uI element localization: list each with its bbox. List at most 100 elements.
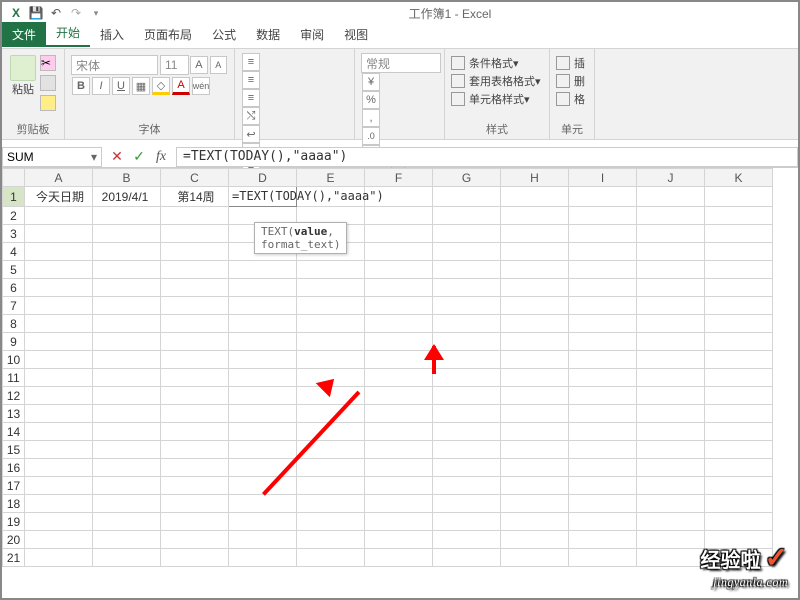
cell-C6[interactable]: [161, 279, 229, 297]
row-9[interactable]: 9: [3, 333, 25, 351]
cell-A21[interactable]: [25, 549, 93, 567]
cell-G4[interactable]: [433, 243, 501, 261]
cell-A2[interactable]: [25, 207, 93, 225]
cell-J16[interactable]: [637, 459, 705, 477]
cell-H20[interactable]: [501, 531, 569, 549]
cell-F19[interactable]: [365, 513, 433, 531]
cell-I4[interactable]: [569, 243, 637, 261]
cell-D10[interactable]: [229, 351, 297, 369]
insert-button[interactable]: 插: [556, 55, 588, 71]
cell-C8[interactable]: [161, 315, 229, 333]
row-18[interactable]: 18: [3, 495, 25, 513]
cell-I3[interactable]: [569, 225, 637, 243]
cell-H3[interactable]: [501, 225, 569, 243]
redo-icon[interactable]: ↷: [68, 5, 84, 21]
cell-J8[interactable]: [637, 315, 705, 333]
cell-B21[interactable]: [93, 549, 161, 567]
cell-C11[interactable]: [161, 369, 229, 387]
row-15[interactable]: 15: [3, 441, 25, 459]
cell-K10[interactable]: [705, 351, 773, 369]
col-D[interactable]: D: [229, 169, 297, 187]
cell-G7[interactable]: [433, 297, 501, 315]
cell-I10[interactable]: [569, 351, 637, 369]
cell-K5[interactable]: [705, 261, 773, 279]
cell-G20[interactable]: [433, 531, 501, 549]
cell-C7[interactable]: [161, 297, 229, 315]
col-F[interactable]: F: [365, 169, 433, 187]
cell-H21[interactable]: [501, 549, 569, 567]
italic-button[interactable]: I: [92, 77, 110, 95]
cell-B10[interactable]: [93, 351, 161, 369]
cell-F5[interactable]: [365, 261, 433, 279]
cond-format-button[interactable]: 条件格式 ▾: [451, 55, 543, 71]
cell-H5[interactable]: [501, 261, 569, 279]
wrap-text-icon[interactable]: ↩: [242, 125, 260, 143]
cell-E19[interactable]: [297, 513, 365, 531]
cell-A20[interactable]: [25, 531, 93, 549]
cell-J18[interactable]: [637, 495, 705, 513]
cell-B15[interactable]: [93, 441, 161, 459]
col-G[interactable]: G: [433, 169, 501, 187]
cell-G1[interactable]: [433, 187, 501, 207]
cell-H10[interactable]: [501, 351, 569, 369]
cell-B18[interactable]: [93, 495, 161, 513]
cell-A16[interactable]: [25, 459, 93, 477]
cell-J3[interactable]: [637, 225, 705, 243]
cell-I19[interactable]: [569, 513, 637, 531]
copy-icon[interactable]: [40, 75, 56, 91]
cell-I13[interactable]: [569, 405, 637, 423]
cell-H11[interactable]: [501, 369, 569, 387]
cell-K13[interactable]: [705, 405, 773, 423]
row-12[interactable]: 12: [3, 387, 25, 405]
row-11[interactable]: 11: [3, 369, 25, 387]
cell-G12[interactable]: [433, 387, 501, 405]
cell-H7[interactable]: [501, 297, 569, 315]
delete-button[interactable]: 删: [556, 73, 588, 89]
cell-B5[interactable]: [93, 261, 161, 279]
cell-J19[interactable]: [637, 513, 705, 531]
cell-K19[interactable]: [705, 513, 773, 531]
cell-B7[interactable]: [93, 297, 161, 315]
cell-I12[interactable]: [569, 387, 637, 405]
cell-A7[interactable]: [25, 297, 93, 315]
cell-F13[interactable]: [365, 405, 433, 423]
cell-B13[interactable]: [93, 405, 161, 423]
cell-G19[interactable]: [433, 513, 501, 531]
save-icon[interactable]: 💾: [28, 5, 44, 21]
col-J[interactable]: J: [637, 169, 705, 187]
fx-button[interactable]: fx: [150, 147, 172, 167]
cell-K9[interactable]: [705, 333, 773, 351]
cell-A11[interactable]: [25, 369, 93, 387]
cell-G5[interactable]: [433, 261, 501, 279]
cell-G13[interactable]: [433, 405, 501, 423]
cell-G6[interactable]: [433, 279, 501, 297]
cell-F9[interactable]: [365, 333, 433, 351]
cell-E21[interactable]: [297, 549, 365, 567]
cell-D6[interactable]: [229, 279, 297, 297]
cell-I15[interactable]: [569, 441, 637, 459]
cell-B4[interactable]: [93, 243, 161, 261]
cell-G17[interactable]: [433, 477, 501, 495]
cell-E9[interactable]: [297, 333, 365, 351]
row-5[interactable]: 5: [3, 261, 25, 279]
cut-icon[interactable]: ✂: [40, 55, 56, 71]
comma-icon[interactable]: ,: [362, 109, 380, 127]
cell-A6[interactable]: [25, 279, 93, 297]
cell-C3[interactable]: [161, 225, 229, 243]
row-7[interactable]: 7: [3, 297, 25, 315]
currency-icon[interactable]: ¥: [362, 73, 380, 91]
underline-button[interactable]: U: [112, 77, 130, 95]
row-2[interactable]: 2: [3, 207, 25, 225]
font-name-select[interactable]: 宋体: [71, 55, 158, 75]
cell-H4[interactable]: [501, 243, 569, 261]
cell-B2[interactable]: [93, 207, 161, 225]
cell-C1[interactable]: 第14周: [161, 187, 229, 207]
cell-D7[interactable]: [229, 297, 297, 315]
tab-data[interactable]: 数据: [246, 22, 290, 47]
font-color-button[interactable]: A: [172, 77, 190, 95]
cell-D21[interactable]: [229, 549, 297, 567]
cell-J10[interactable]: [637, 351, 705, 369]
cell-I20[interactable]: [569, 531, 637, 549]
cell-I2[interactable]: [569, 207, 637, 225]
cell-I18[interactable]: [569, 495, 637, 513]
